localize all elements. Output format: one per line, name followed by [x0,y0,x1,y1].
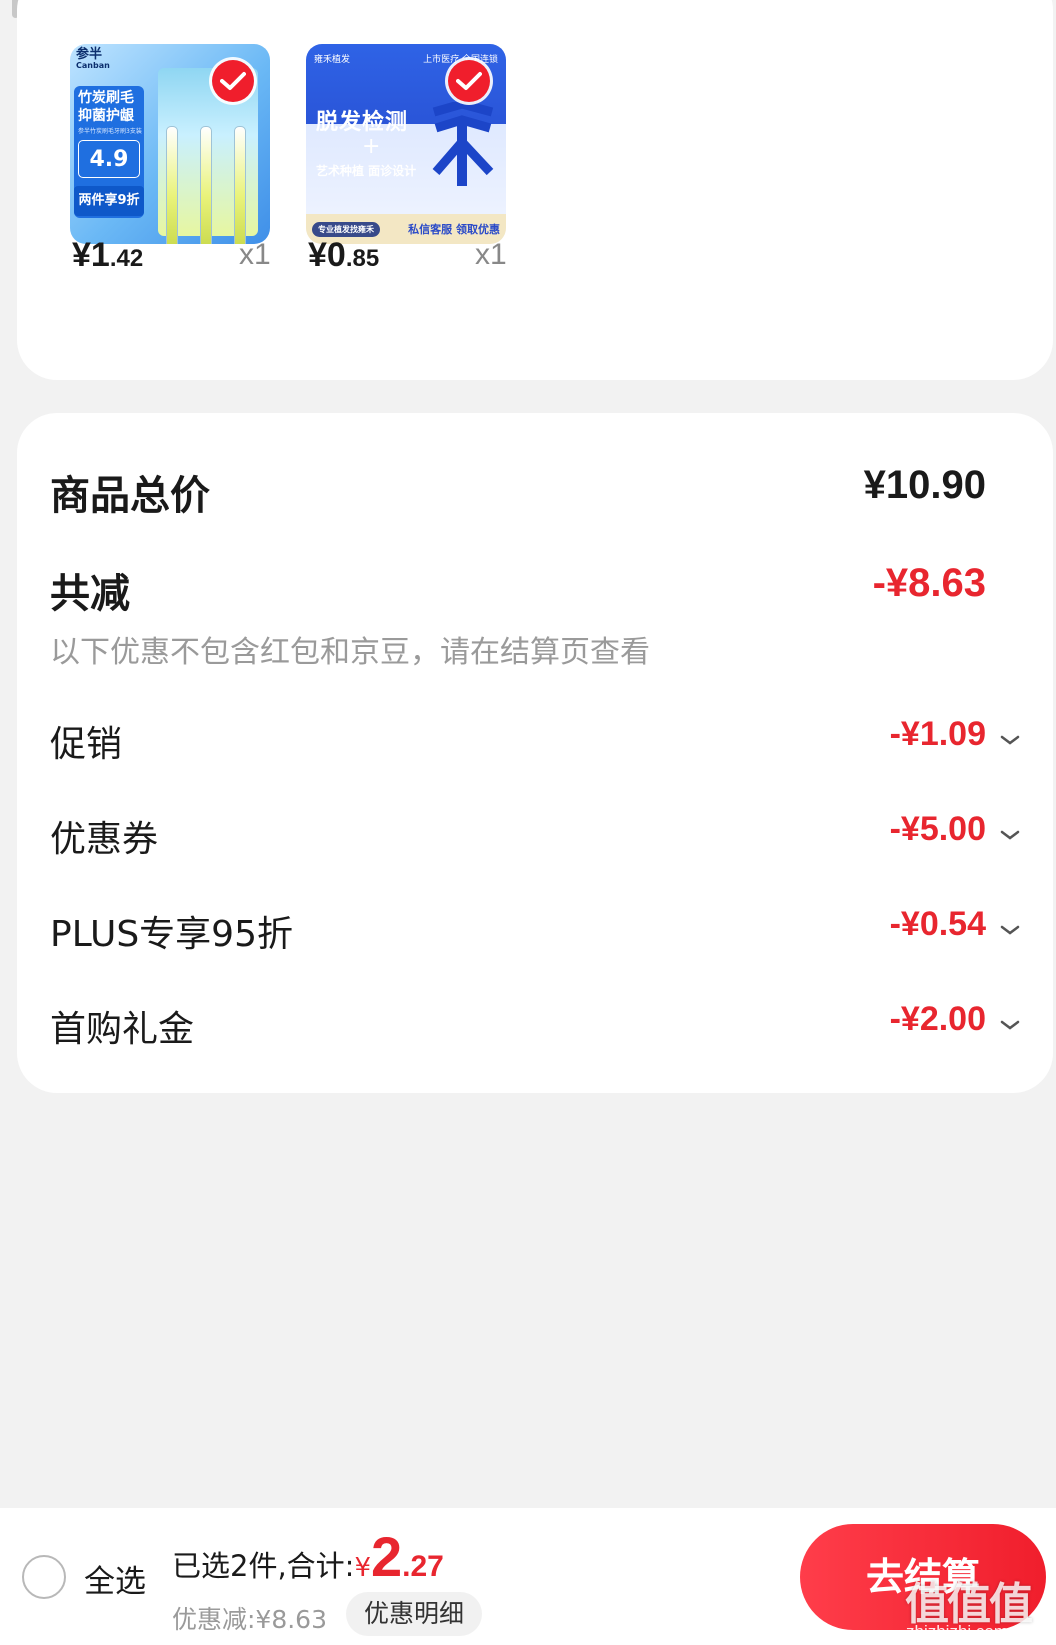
price-summary-card: 商品总价 ¥10.90 共减 -¥8.63 以下优惠不包含红包和京豆，请在结算页… [17,413,1053,1093]
product-headline: 脱发检测 [316,110,409,135]
radio-unchecked-icon[interactable] [22,1555,66,1599]
product-quantity: x1 [239,238,271,271]
checkout-bar: 全选 已选2件,合计:¥2.27 优惠减:¥8.63 优惠明细 去结算 值值值 … [0,1508,1056,1645]
deal-badge: 两件享9折 [74,186,144,216]
selected-products-card: 参半 Canban 竹炭刷毛 抑菌护龈 参半竹炭刷毛牙刷3支装 4.9 两件享9… [17,0,1053,380]
discount-detail-button[interactable]: 优惠明细 [346,1592,483,1636]
product-thumbnail-toothbrush[interactable]: 参半 Canban 竹炭刷毛 抑菌护龈 参半竹炭刷毛牙刷3支装 4.9 两件享9… [70,44,270,244]
saved-label: 共减 [50,571,130,617]
discount-label: 首购礼金 [50,1009,195,1050]
selected-total: 已选2件,合计:¥2.27 [172,1525,444,1588]
discount-label: 优惠券 [50,819,159,860]
discount-value: -¥2.00 [889,1000,986,1038]
chevron-down-icon[interactable] [999,1018,1021,1032]
saved-value: -¥8.63 [872,561,986,605]
discount-value: -¥1.09 [889,715,986,753]
product-quantity: x1 [475,238,507,271]
thumb-price: 4.9 [78,140,140,178]
site-watermark-url: zhizhizhi.com [906,1622,1009,1641]
total-price-label: 商品总价 [50,473,210,519]
total-price-value: ¥10.90 [863,463,986,507]
discount-note: 以下优惠不包含红包和京豆，请在结算页查看 [50,635,650,670]
select-all-label[interactable]: 全选 [84,1556,146,1601]
chevron-down-icon[interactable] [999,828,1021,842]
brand-logo: 参半 Canban [76,47,110,70]
product-price: ¥0.85 [308,236,380,274]
check-icon[interactable] [448,60,490,102]
discount-label: PLUS专享95折 [50,914,293,955]
chevron-down-icon[interactable] [999,733,1021,747]
product-headline: 竹炭刷毛 抑菌护龈 [78,90,134,124]
product-price: ¥1.42 [72,236,144,274]
check-icon[interactable] [212,60,254,102]
discount-value: -¥0.54 [889,905,986,943]
product-subline: 参半竹炭刷毛牙刷3支装 [78,128,142,135]
discount-label: 促销 [50,724,123,765]
discount-value: -¥5.00 [889,810,986,848]
discount-total: 优惠减:¥8.63 [172,1605,327,1634]
chevron-down-icon[interactable] [999,923,1021,937]
product-thumbnail-hair-check[interactable]: 雍禾植发 上市医疗 全国连锁 脱发检测 + 艺术种植 面诊设计 专业植发找雍禾 … [306,44,506,244]
product-subline: 艺术种植 面诊设计 [316,164,417,178]
brand-logo-mark [432,102,494,186]
